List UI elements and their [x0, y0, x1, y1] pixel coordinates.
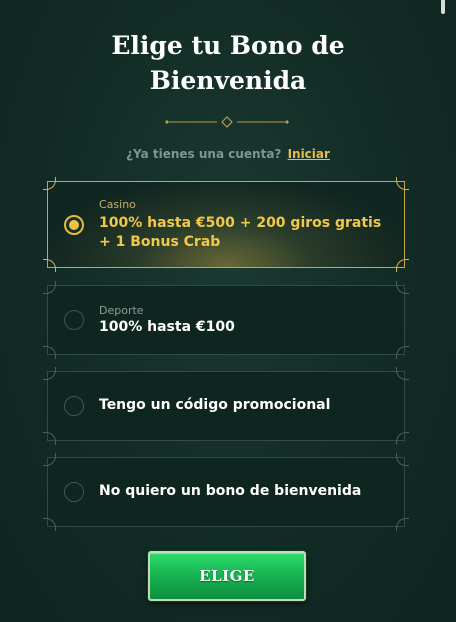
- option-label: Tengo un código promocional: [99, 397, 331, 413]
- frame-corner: [396, 518, 409, 531]
- radio-unchecked-icon[interactable]: [64, 310, 84, 330]
- option-category: Casino: [99, 198, 136, 211]
- bonus-option-none[interactable]: No quiero un bono de bienvenida: [43, 453, 409, 531]
- frame-corner: [43, 453, 56, 466]
- option-label: 100% hasta €500 + 200 giros gratis + 1 B…: [99, 215, 382, 250]
- radio-unchecked-icon[interactable]: [64, 396, 84, 416]
- bonus-option-deporte[interactable]: Deporte 100% hasta €100: [43, 281, 409, 359]
- option-label: 100% hasta €100: [99, 319, 235, 335]
- frame-corner: [396, 281, 409, 294]
- option-label: No quiero un bono de bienvenida: [99, 483, 362, 499]
- frame-corner: [43, 346, 56, 359]
- frame-corner: [43, 177, 56, 190]
- frame-corner: [396, 367, 409, 380]
- radio-unchecked-icon[interactable]: [64, 482, 84, 502]
- page-title-line-1: Elige tu Bono de: [111, 31, 345, 60]
- elige-button[interactable]: ELIGE: [148, 551, 306, 601]
- login-prompt: ¿Ya tienes una cuenta? Iniciar: [0, 147, 456, 161]
- page-title-line-2: Bienvenida: [149, 66, 307, 95]
- option-category: Deporte: [99, 304, 144, 317]
- divider-diamond-icon: [165, 116, 289, 128]
- frame-corner: [43, 281, 56, 294]
- frame-corner: [396, 453, 409, 466]
- radio-checked-icon[interactable]: [64, 215, 84, 235]
- frame-corner: [396, 432, 409, 445]
- frame-corner: [396, 259, 409, 272]
- frame-corner: [396, 346, 409, 359]
- frame-corner: [43, 518, 56, 531]
- page-title: Elige tu Bono de Bienvenida: [0, 28, 456, 98]
- frame-corner: [43, 432, 56, 445]
- frame-corner: [43, 259, 56, 272]
- frame-corner: [43, 367, 56, 380]
- scrollbar-thumb[interactable]: [441, 0, 445, 14]
- login-link[interactable]: Iniciar: [288, 147, 330, 161]
- bonus-option-promo-code[interactable]: Tengo un código promocional: [43, 367, 409, 445]
- bonus-option-casino[interactable]: Casino 100% hasta €500 + 200 giros grati…: [43, 177, 409, 272]
- login-question: ¿Ya tienes una cuenta?: [126, 147, 282, 161]
- frame-corner: [396, 177, 409, 190]
